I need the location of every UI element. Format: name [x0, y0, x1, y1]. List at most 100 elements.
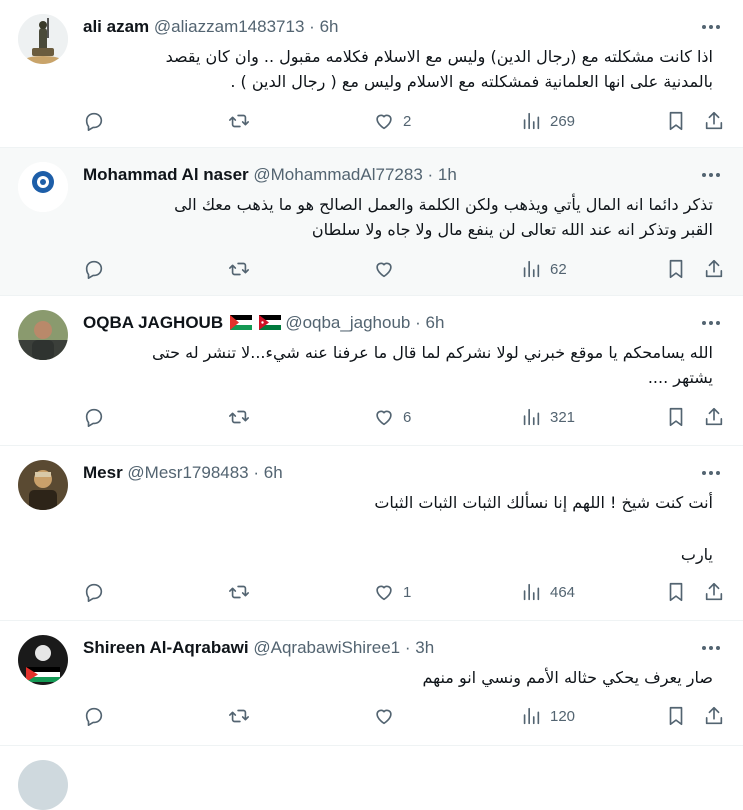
more-icon[interactable]: [699, 463, 723, 483]
timestamp[interactable]: 6h: [426, 313, 445, 332]
share-button[interactable]: [703, 579, 725, 605]
author-handle[interactable]: @AqrabawiShiree1: [253, 638, 400, 657]
bookmark-icon: [669, 582, 683, 602]
reply-icon: [85, 260, 103, 279]
retweet-icon: [229, 410, 249, 424]
like-button[interactable]: [373, 256, 403, 282]
share-icon: [705, 582, 723, 601]
views-count: 321: [550, 408, 576, 426]
retweet-icon: [229, 585, 249, 599]
like-count: 6: [403, 408, 412, 426]
timestamp[interactable]: 3h: [415, 638, 434, 657]
action-bar: 62: [83, 256, 725, 282]
tweet-text: تذكر دائما انه المال يأتي ويذهب ولكن الك…: [174, 195, 713, 239]
bookmark-icon: [669, 111, 683, 131]
jordan-flag-icon: [258, 315, 281, 330]
author-handle[interactable]: @oqba_jaghoub: [285, 313, 410, 332]
reply-button[interactable]: [83, 256, 113, 282]
share-icon: [705, 407, 723, 426]
bookmark-icon: [669, 407, 683, 427]
author-name[interactable]: OQBA JAGHOUB: [83, 313, 223, 332]
like-button[interactable]: 2: [373, 108, 411, 134]
tweet[interactable]: Mohammad Al naser @MohammadAl77283 · 1h …: [0, 148, 743, 296]
tweet[interactable]: Mesr @Mesr1798483 · 6h أنت كنت شيخ ! الل…: [0, 446, 743, 621]
reply-icon: [85, 583, 103, 602]
like-icon: [376, 114, 392, 130]
views-button[interactable]: 62: [520, 256, 567, 282]
author-handle[interactable]: @Mesr1798483: [127, 463, 248, 482]
views-button[interactable]: 120: [520, 703, 575, 729]
like-button[interactable]: 1: [373, 579, 411, 605]
action-bar: 1 464: [83, 579, 725, 605]
views-button[interactable]: 321: [520, 404, 575, 430]
timestamp[interactable]: 6h: [264, 463, 283, 482]
like-icon: [376, 262, 392, 278]
views-count: 464: [550, 583, 576, 601]
more-icon[interactable]: [699, 313, 723, 333]
reply-icon: [85, 112, 103, 131]
bookmark-button[interactable]: [665, 703, 687, 729]
views-icon: [523, 408, 540, 426]
author-handle[interactable]: @MohammadAl77283: [253, 165, 422, 184]
like-button[interactable]: 6: [373, 404, 411, 430]
bookmark-button[interactable]: [665, 108, 687, 134]
tweet[interactable]: Shireen Al-Aqrabawi @AqrabawiShiree1 · 3…: [0, 621, 743, 746]
more-icon[interactable]: [699, 638, 723, 658]
views-count: 120: [550, 707, 576, 725]
retweet-button[interactable]: [228, 404, 258, 430]
views-button[interactable]: 269: [520, 108, 575, 134]
tweet-text: الله يسامحكم يا موقع خبرني لولا نشركم لم…: [151, 343, 713, 387]
share-button[interactable]: [703, 703, 725, 729]
author-name[interactable]: ali azam: [83, 17, 149, 36]
tweet[interactable]: OQBA JAGHOUB @oqba_jaghoub · 6h الله يسا…: [0, 296, 743, 446]
reply-button[interactable]: [83, 108, 113, 134]
palestine-flag-icon: [229, 315, 252, 330]
avatar[interactable]: [18, 310, 68, 360]
timestamp[interactable]: 6h: [320, 17, 339, 36]
retweet-button[interactable]: [228, 703, 258, 729]
tweet[interactable]: ali azam @aliazzam1483713 · 6h اذا كانت …: [0, 0, 743, 148]
author-name[interactable]: Shireen Al-Aqrabawi: [83, 638, 249, 657]
bookmark-button[interactable]: [665, 579, 687, 605]
avatar[interactable]: [18, 14, 68, 64]
share-button[interactable]: [703, 108, 725, 134]
like-icon: [376, 709, 392, 725]
avatar[interactable]: [18, 162, 68, 212]
like-count: 2: [403, 112, 412, 130]
retweet-button[interactable]: [228, 256, 258, 282]
views-icon: [523, 112, 540, 130]
author-name[interactable]: Mesr: [83, 463, 123, 482]
bookmark-button[interactable]: [665, 256, 687, 282]
bookmark-icon: [669, 259, 683, 279]
views-button[interactable]: 464: [520, 579, 575, 605]
retweet-icon: [229, 709, 249, 723]
share-button[interactable]: [703, 256, 725, 282]
retweet-icon: [229, 262, 249, 276]
avatar[interactable]: [18, 760, 68, 810]
reply-button[interactable]: [83, 579, 113, 605]
retweet-button[interactable]: [228, 108, 258, 134]
tweet-header: Shireen Al-Aqrabawi @AqrabawiShiree1 · 3…: [83, 637, 683, 659]
reply-button[interactable]: [83, 703, 113, 729]
tweet[interactable]: [0, 746, 743, 810]
like-button[interactable]: [373, 703, 403, 729]
avatar[interactable]: [18, 460, 68, 510]
timestamp[interactable]: 1h: [438, 165, 457, 184]
retweet-button[interactable]: [228, 579, 258, 605]
author-handle[interactable]: @aliazzam1483713: [154, 17, 305, 36]
reply-icon: [85, 408, 103, 427]
reply-icon: [85, 707, 103, 726]
tweet-text: اذا كانت مشكلته مع (رجال الدين) وليس مع …: [165, 47, 713, 91]
reply-button[interactable]: [83, 404, 113, 430]
more-icon[interactable]: [699, 165, 723, 185]
tweet-text: صار يعرف يحكي حثاله الأمم ونسي انو منهم: [422, 668, 713, 687]
action-bar: 6 321: [83, 404, 725, 430]
avatar[interactable]: [18, 635, 68, 685]
like-count: 1: [403, 583, 412, 601]
more-icon[interactable]: [699, 17, 723, 37]
action-bar: 120: [83, 703, 725, 729]
author-name[interactable]: Mohammad Al naser: [83, 165, 249, 184]
like-icon: [376, 410, 392, 426]
share-button[interactable]: [703, 404, 725, 430]
bookmark-button[interactable]: [665, 404, 687, 430]
